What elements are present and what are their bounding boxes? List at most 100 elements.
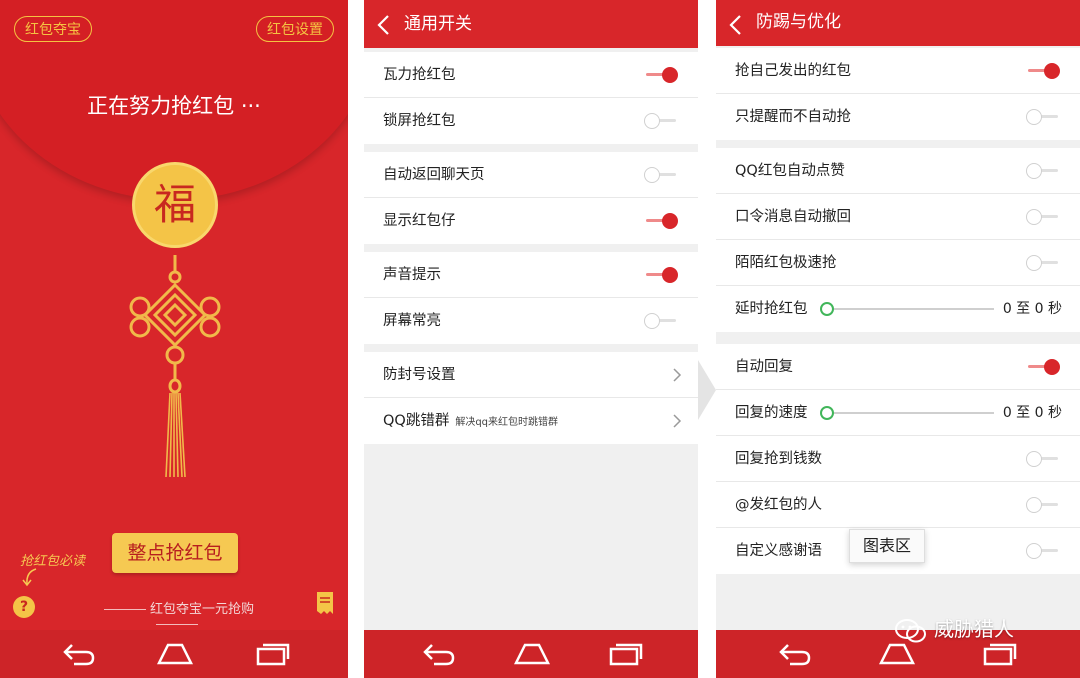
recents-nav-icon[interactable] bbox=[982, 642, 1018, 666]
settings-row[interactable]: 显示红包仔 bbox=[364, 198, 698, 244]
settings-row[interactable]: 回复的速度 0 至 0 秒 bbox=[716, 390, 1080, 436]
toggle-thumb bbox=[662, 213, 678, 229]
setting-label: 锁屏抢红包 bbox=[383, 113, 456, 129]
toggle-thumb bbox=[1026, 497, 1042, 513]
settings-row[interactable]: 屏幕常亮 bbox=[364, 298, 698, 344]
setting-label: 陌陌红包极速抢 bbox=[735, 255, 837, 271]
toggle-thumb bbox=[1026, 255, 1042, 271]
receipt-icon[interactable] bbox=[316, 591, 334, 615]
page-title: 通用开关 bbox=[404, 14, 472, 34]
general-switches-header: 通用开关 bbox=[364, 0, 698, 48]
setting-label: 口令消息自动撤回 bbox=[735, 209, 851, 225]
toggle-switch[interactable] bbox=[1026, 109, 1060, 125]
recents-nav-icon[interactable] bbox=[608, 642, 644, 666]
range-value: 0 至 0 秒 bbox=[1002, 405, 1062, 421]
settings-row[interactable]: 抢自己发出的红包 bbox=[716, 48, 1080, 94]
back-nav-icon[interactable] bbox=[776, 642, 812, 666]
back-nav-icon[interactable] bbox=[420, 642, 456, 666]
toggle-thumb bbox=[1044, 63, 1060, 79]
settings-row[interactable]: @发红包的人 bbox=[716, 482, 1080, 528]
toggle-switch[interactable] bbox=[1026, 163, 1060, 179]
wechat-icon bbox=[895, 618, 926, 642]
toggle-switch[interactable] bbox=[1026, 209, 1060, 225]
setting-label: 自定义感谢语 bbox=[735, 543, 822, 559]
back-arrow-icon[interactable] bbox=[728, 14, 742, 36]
watermark-text: 威胁猎人 bbox=[934, 617, 1014, 641]
slider-knob[interactable] bbox=[820, 302, 834, 316]
home-nav-icon[interactable] bbox=[513, 642, 551, 666]
toggle-switch[interactable] bbox=[644, 313, 678, 329]
toggle-thumb bbox=[1044, 359, 1060, 375]
setting-label: 防封号设置 bbox=[383, 367, 456, 383]
back-arrow-icon[interactable] bbox=[376, 14, 390, 36]
setting-label: 瓦力抢红包 bbox=[383, 67, 456, 83]
toggle-switch[interactable] bbox=[644, 213, 678, 229]
setting-sublabel: 解决qq来红包时跳错群 bbox=[455, 417, 559, 428]
setting-label: QQ跳错群 bbox=[383, 413, 450, 429]
settings-row[interactable]: 延时抢红包 0 至 0 秒 bbox=[716, 286, 1080, 332]
grabbing-status-text: 正在努力抢红包 ··· bbox=[87, 94, 261, 118]
slider-track bbox=[828, 308, 994, 310]
setting-label: 延时抢红包 bbox=[735, 301, 808, 317]
settings-row[interactable]: 瓦力抢红包 bbox=[364, 52, 698, 98]
settings-row[interactable]: 声音提示 bbox=[364, 252, 698, 298]
settings-group: QQ红包自动点赞口令消息自动撤回 陌陌红包极速抢延时抢红包 0 至 0 秒 bbox=[716, 148, 1080, 332]
toggle-switch[interactable] bbox=[1026, 543, 1060, 559]
must-read-hint[interactable]: 抢红包必读 bbox=[20, 550, 85, 569]
setting-label: 抢自己发出的红包 bbox=[735, 63, 851, 79]
hongbao-home-screen: 红包夺宝 红包设置 正在努力抢红包 ··· 福 整点抢红包 抢红包必读 ? 红包… bbox=[0, 0, 348, 678]
toggle-switch[interactable] bbox=[1026, 63, 1060, 79]
settings-row[interactable]: 口令消息自动撤回 bbox=[716, 194, 1080, 240]
treasure-promo-text[interactable]: 红包夺宝一元抢购 bbox=[78, 598, 276, 632]
setting-label: 屏幕常亮 bbox=[383, 313, 441, 329]
settings-row[interactable]: 自动回复 bbox=[716, 344, 1080, 390]
curved-arrow-icon bbox=[22, 568, 37, 587]
android-nav-bar bbox=[364, 630, 698, 678]
setting-label: 回复抢到钱数 bbox=[735, 451, 822, 467]
toggle-thumb bbox=[662, 267, 678, 283]
settings-row[interactable]: 锁屏抢红包 bbox=[364, 98, 698, 144]
settings-row[interactable]: 防封号设置 bbox=[364, 352, 698, 398]
anti-kick-header: 防踢与优化 bbox=[716, 0, 1080, 46]
hongbao-treasure-button[interactable]: 红包夺宝 bbox=[14, 16, 92, 42]
toggle-thumb bbox=[1026, 163, 1042, 179]
toggle-switch[interactable] bbox=[644, 267, 678, 283]
toggle-thumb bbox=[1026, 109, 1042, 125]
back-nav-icon[interactable] bbox=[60, 642, 96, 666]
home-nav-icon[interactable] bbox=[878, 642, 916, 666]
toggle-switch[interactable] bbox=[644, 67, 678, 83]
settings-row[interactable]: 只提醒而不自动抢 bbox=[716, 94, 1080, 140]
settings-row[interactable]: QQ红包自动点赞 bbox=[716, 148, 1080, 194]
settings-row[interactable]: QQ跳错群 解决qq来红包时跳错群 bbox=[364, 398, 698, 444]
toggle-switch[interactable] bbox=[1026, 497, 1060, 513]
slider-track bbox=[828, 412, 994, 414]
anti-kick-optimization-screen: 防踢与优化 抢自己发出的红包只提醒而不自动抢 QQ红包自动点赞口令消息自动撤回 陌陌… bbox=[716, 0, 1080, 678]
toggle-switch[interactable] bbox=[644, 113, 678, 129]
page-title: 防踢与优化 bbox=[756, 12, 841, 32]
toggle-switch[interactable] bbox=[644, 167, 678, 183]
toggle-thumb bbox=[644, 313, 660, 329]
recents-nav-icon[interactable] bbox=[255, 642, 291, 666]
settings-group: 瓦力抢红包锁屏抢红包 bbox=[364, 52, 698, 144]
slider-knob[interactable] bbox=[820, 406, 834, 420]
toggle-switch[interactable] bbox=[1026, 255, 1060, 271]
setting-label: 回复的速度 bbox=[735, 405, 808, 421]
settings-row[interactable]: 自动返回聊天页 bbox=[364, 152, 698, 198]
android-nav-bar bbox=[0, 630, 348, 678]
hongbao-settings-button[interactable]: 红包设置 bbox=[256, 16, 334, 42]
chinese-knot-icon bbox=[129, 255, 221, 478]
toggle-switch[interactable] bbox=[1026, 451, 1060, 467]
treasure-promo-label: 红包夺宝一元抢购 bbox=[149, 602, 254, 617]
help-icon[interactable]: ? bbox=[13, 596, 35, 618]
settings-row[interactable]: 回复抢到钱数 bbox=[716, 436, 1080, 482]
hourly-grab-button[interactable]: 整点抢红包 bbox=[112, 533, 238, 573]
setting-label: 自动回复 bbox=[735, 359, 793, 375]
settings-row[interactable]: 陌陌红包极速抢 bbox=[716, 240, 1080, 286]
range-slider[interactable] bbox=[820, 406, 996, 420]
chevron-right-icon bbox=[673, 414, 682, 428]
setting-label: 声音提示 bbox=[383, 267, 441, 283]
home-nav-icon[interactable] bbox=[156, 642, 194, 666]
toggle-switch[interactable] bbox=[1026, 359, 1060, 375]
range-slider[interactable] bbox=[820, 302, 996, 316]
toggle-thumb bbox=[1026, 543, 1042, 559]
